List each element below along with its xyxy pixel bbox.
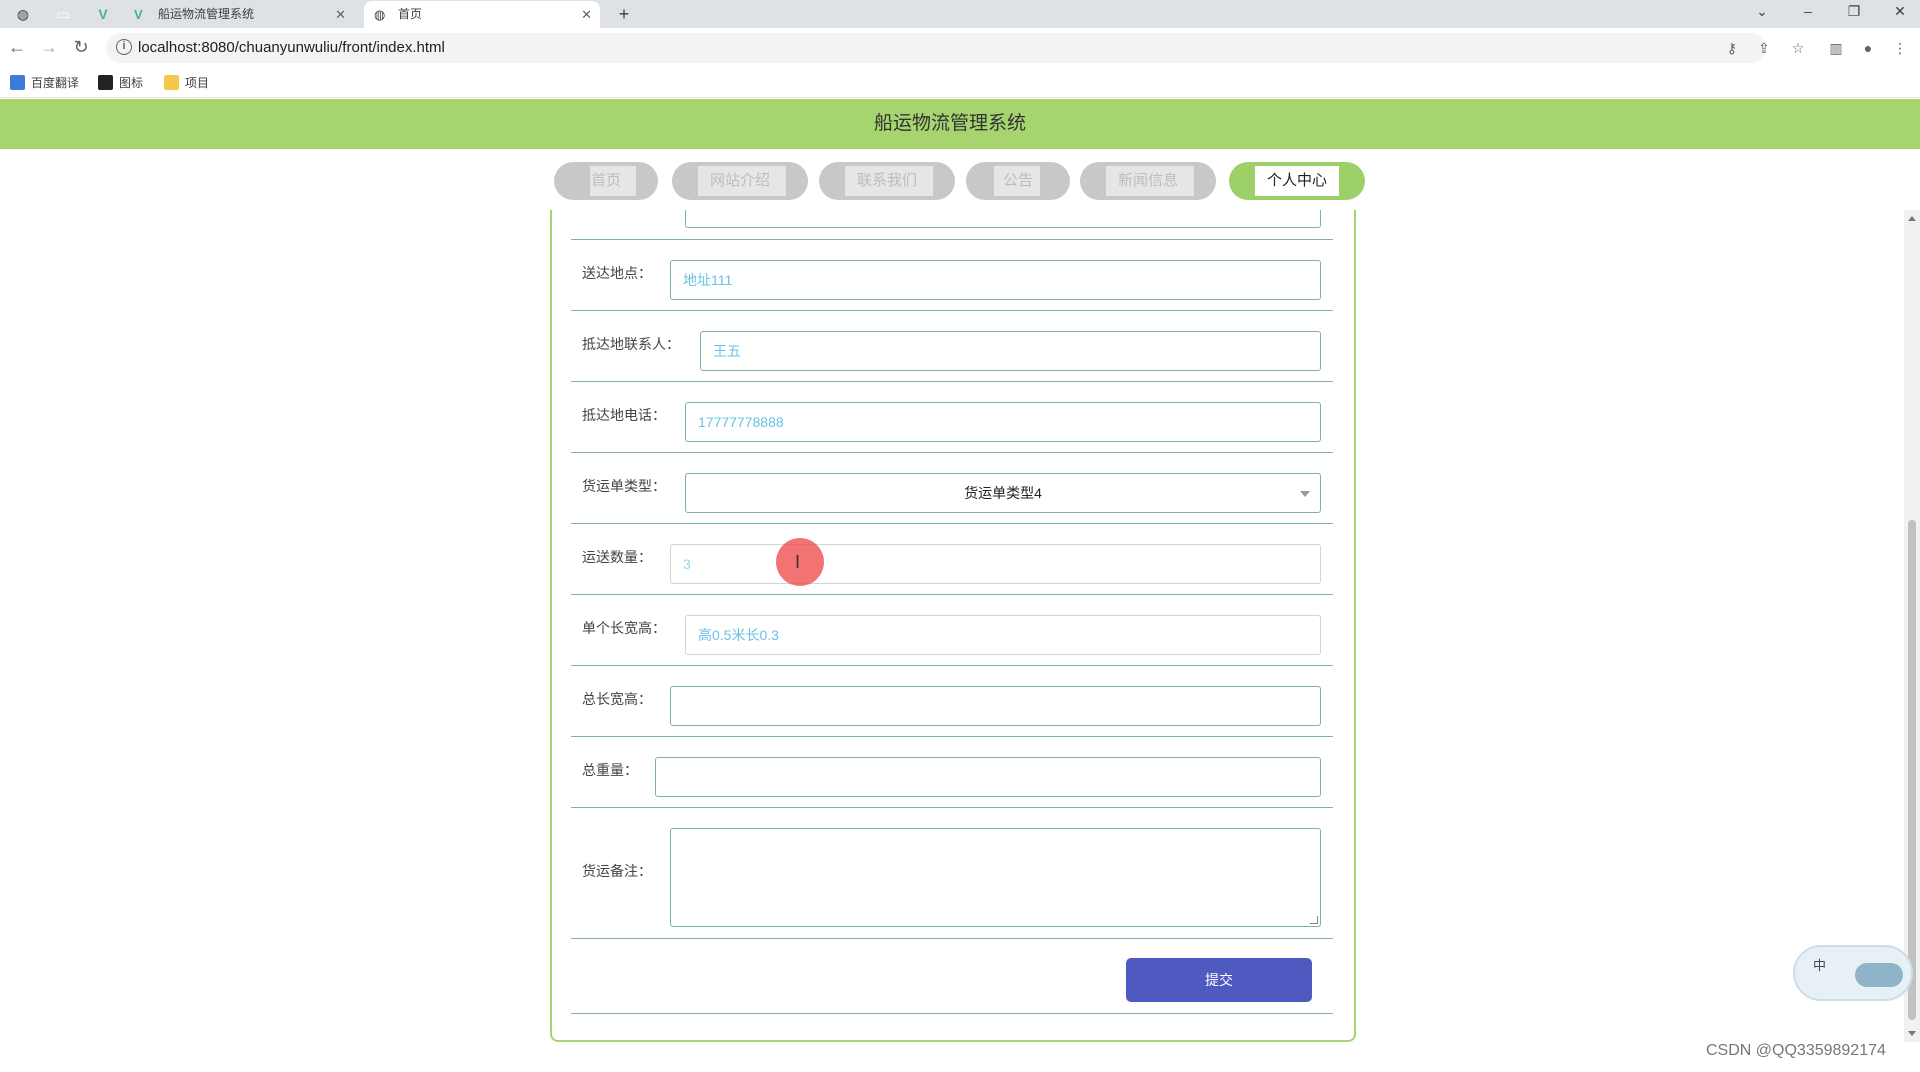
globe-icon: ◍: [374, 7, 386, 22]
row-divider: [571, 736, 1333, 737]
tab-search-icon[interactable]: ⌄: [1744, 0, 1780, 26]
scrollbar-thumb[interactable]: [1908, 520, 1916, 1020]
chevron-down-icon: [1300, 491, 1310, 497]
row-divider: [571, 310, 1333, 311]
resize-handle[interactable]: [1310, 916, 1318, 924]
url-text: localhost:8080/chuanyunwuliu/front/index…: [138, 39, 445, 56]
nav-label: 个人中心: [1266, 172, 1327, 189]
close-icon[interactable]: ✕: [335, 1, 346, 28]
pinned-tab-icon[interactable]: ▭: [52, 3, 74, 25]
total-weight-input[interactable]: [655, 757, 1321, 797]
bookmark-folder-project[interactable]: 项目: [164, 73, 209, 93]
nav-personal-center[interactable]: 个人中心: [1229, 162, 1365, 200]
submit-button[interactable]: 提交: [1126, 958, 1312, 1002]
bookmark-label: 图标: [119, 76, 144, 90]
remarks-textarea[interactable]: [670, 828, 1321, 927]
folder-icon: [164, 75, 179, 90]
ime-mode-label: 中: [1813, 958, 1827, 973]
row-divider: [571, 452, 1333, 453]
ime-widget[interactable]: 中: [1793, 945, 1913, 1001]
row-divider: [571, 381, 1333, 382]
new-tab-button[interactable]: +: [613, 3, 635, 25]
bookmark-baidu-translate[interactable]: 百度翻译: [10, 73, 79, 93]
menu-icon[interactable]: ⋮: [1890, 38, 1910, 58]
field-label-destination-phone: 抵达地电话：: [582, 407, 666, 423]
field-label-total-dimensions: 总长宽高：: [582, 691, 652, 707]
delivery-address-input[interactable]: 地址111: [670, 260, 1321, 300]
field-label-delivery-address: 送达地点：: [582, 265, 652, 281]
globe-icon[interactable]: ◍: [12, 3, 34, 25]
vue-logo-icon: V: [134, 7, 143, 22]
side-panel-icon[interactable]: ▥: [1826, 38, 1846, 58]
translate-icon: [10, 75, 25, 90]
browser-tab-strip: ◍ ▭ V V 船运物流管理系统 ✕ ◍ 首页 ✕ + ⌄ – ❐ ✕: [0, 0, 1920, 28]
field-label-unit-dimensions: 单个长宽高：: [582, 620, 666, 636]
row-divider: [571, 594, 1333, 595]
nav-label: 联系我们: [856, 172, 917, 189]
watermark: CSDN @QQ3359892174: [1706, 1042, 1886, 1059]
row-divider: [571, 807, 1333, 808]
row-divider: [571, 665, 1333, 666]
browser-toolbar: ← → ↻ i localhost:8080/chuanyunwuliu/fro…: [0, 28, 1920, 68]
nav-about[interactable]: 网站介绍: [672, 162, 808, 200]
site-info-icon[interactable]: i: [116, 39, 132, 55]
nav-label: 新闻信息: [1117, 172, 1178, 189]
minimize-button[interactable]: –: [1790, 0, 1826, 26]
bookmark-label: 项目: [185, 76, 210, 90]
bookmark-icons[interactable]: 图标: [98, 73, 143, 93]
close-window-button[interactable]: ✕: [1882, 0, 1918, 26]
quantity-input[interactable]: 3: [670, 544, 1321, 584]
order-type-select[interactable]: 货运单类型4: [685, 473, 1321, 513]
total-dimensions-input[interactable]: [670, 686, 1321, 726]
row-divider: [571, 1013, 1333, 1014]
tab-admin-system[interactable]: V 船运物流管理系统 ✕: [124, 1, 354, 28]
nav-contact[interactable]: 联系我们: [819, 162, 955, 200]
field-label-quantity: 运送数量：: [582, 549, 652, 565]
tab-title: 船运物流管理系统: [158, 7, 255, 21]
profile-icon[interactable]: ●: [1858, 38, 1878, 58]
bookmark-label: 百度翻译: [31, 76, 80, 90]
tab-title: 首页: [398, 7, 423, 21]
site-header: 船运物流管理系统: [0, 99, 1920, 149]
scroll-down-icon[interactable]: [1908, 1031, 1916, 1036]
forward-icon[interactable]: →: [36, 34, 62, 60]
row-divider: [571, 239, 1333, 240]
nav-label: 网站介绍: [709, 172, 770, 189]
reload-icon[interactable]: ↻: [68, 34, 94, 60]
address-bar[interactable]: i localhost:8080/chuanyunwuliu/front/ind…: [106, 33, 1770, 63]
nav-label: 公告: [1002, 172, 1033, 189]
order-type-value: 货运单类型4: [964, 485, 1042, 501]
restore-button[interactable]: ❐: [1836, 0, 1872, 26]
destination-phone-input[interactable]: 17777778888: [685, 402, 1321, 442]
field-label-remarks: 货运备注：: [582, 863, 652, 879]
field-label-total-weight: 总重量：: [582, 762, 638, 778]
image-icon: [98, 75, 113, 90]
destination-contact-input[interactable]: 王五: [700, 331, 1321, 371]
nav-notice[interactable]: 公告: [966, 162, 1070, 200]
bookmarks-bar: 百度翻译 图标 项目: [0, 68, 1920, 98]
ime-decoration-icon: [1855, 963, 1903, 987]
field-label-order-type: 货运单类型：: [582, 478, 666, 494]
text-cursor-icon: I: [795, 552, 801, 572]
row-divider: [571, 523, 1333, 524]
row-divider: [571, 938, 1333, 939]
key-icon[interactable]: ⚷: [1722, 38, 1742, 58]
star-icon[interactable]: ☆: [1788, 38, 1808, 58]
back-icon[interactable]: ←: [4, 34, 30, 60]
unit-dimensions-input[interactable]: 高0.5米长0.3: [685, 615, 1321, 655]
tab-home[interactable]: ◍ 首页 ✕: [364, 1, 600, 28]
close-icon[interactable]: ✕: [581, 1, 592, 28]
site-title: 船运物流管理系统: [873, 113, 1026, 134]
click-indicator: I: [776, 538, 824, 586]
field-label-destination-contact: 抵达地联系人：: [582, 336, 680, 352]
scroll-up-icon[interactable]: [1908, 216, 1916, 221]
page-scrollbar[interactable]: [1904, 210, 1920, 1042]
vue-tab-icon[interactable]: V: [92, 3, 114, 25]
share-icon[interactable]: ⇪: [1754, 38, 1774, 58]
nav-label: 首页: [590, 172, 621, 189]
nav-news[interactable]: 新闻信息: [1080, 162, 1216, 200]
nav-home[interactable]: 首页: [554, 162, 658, 200]
